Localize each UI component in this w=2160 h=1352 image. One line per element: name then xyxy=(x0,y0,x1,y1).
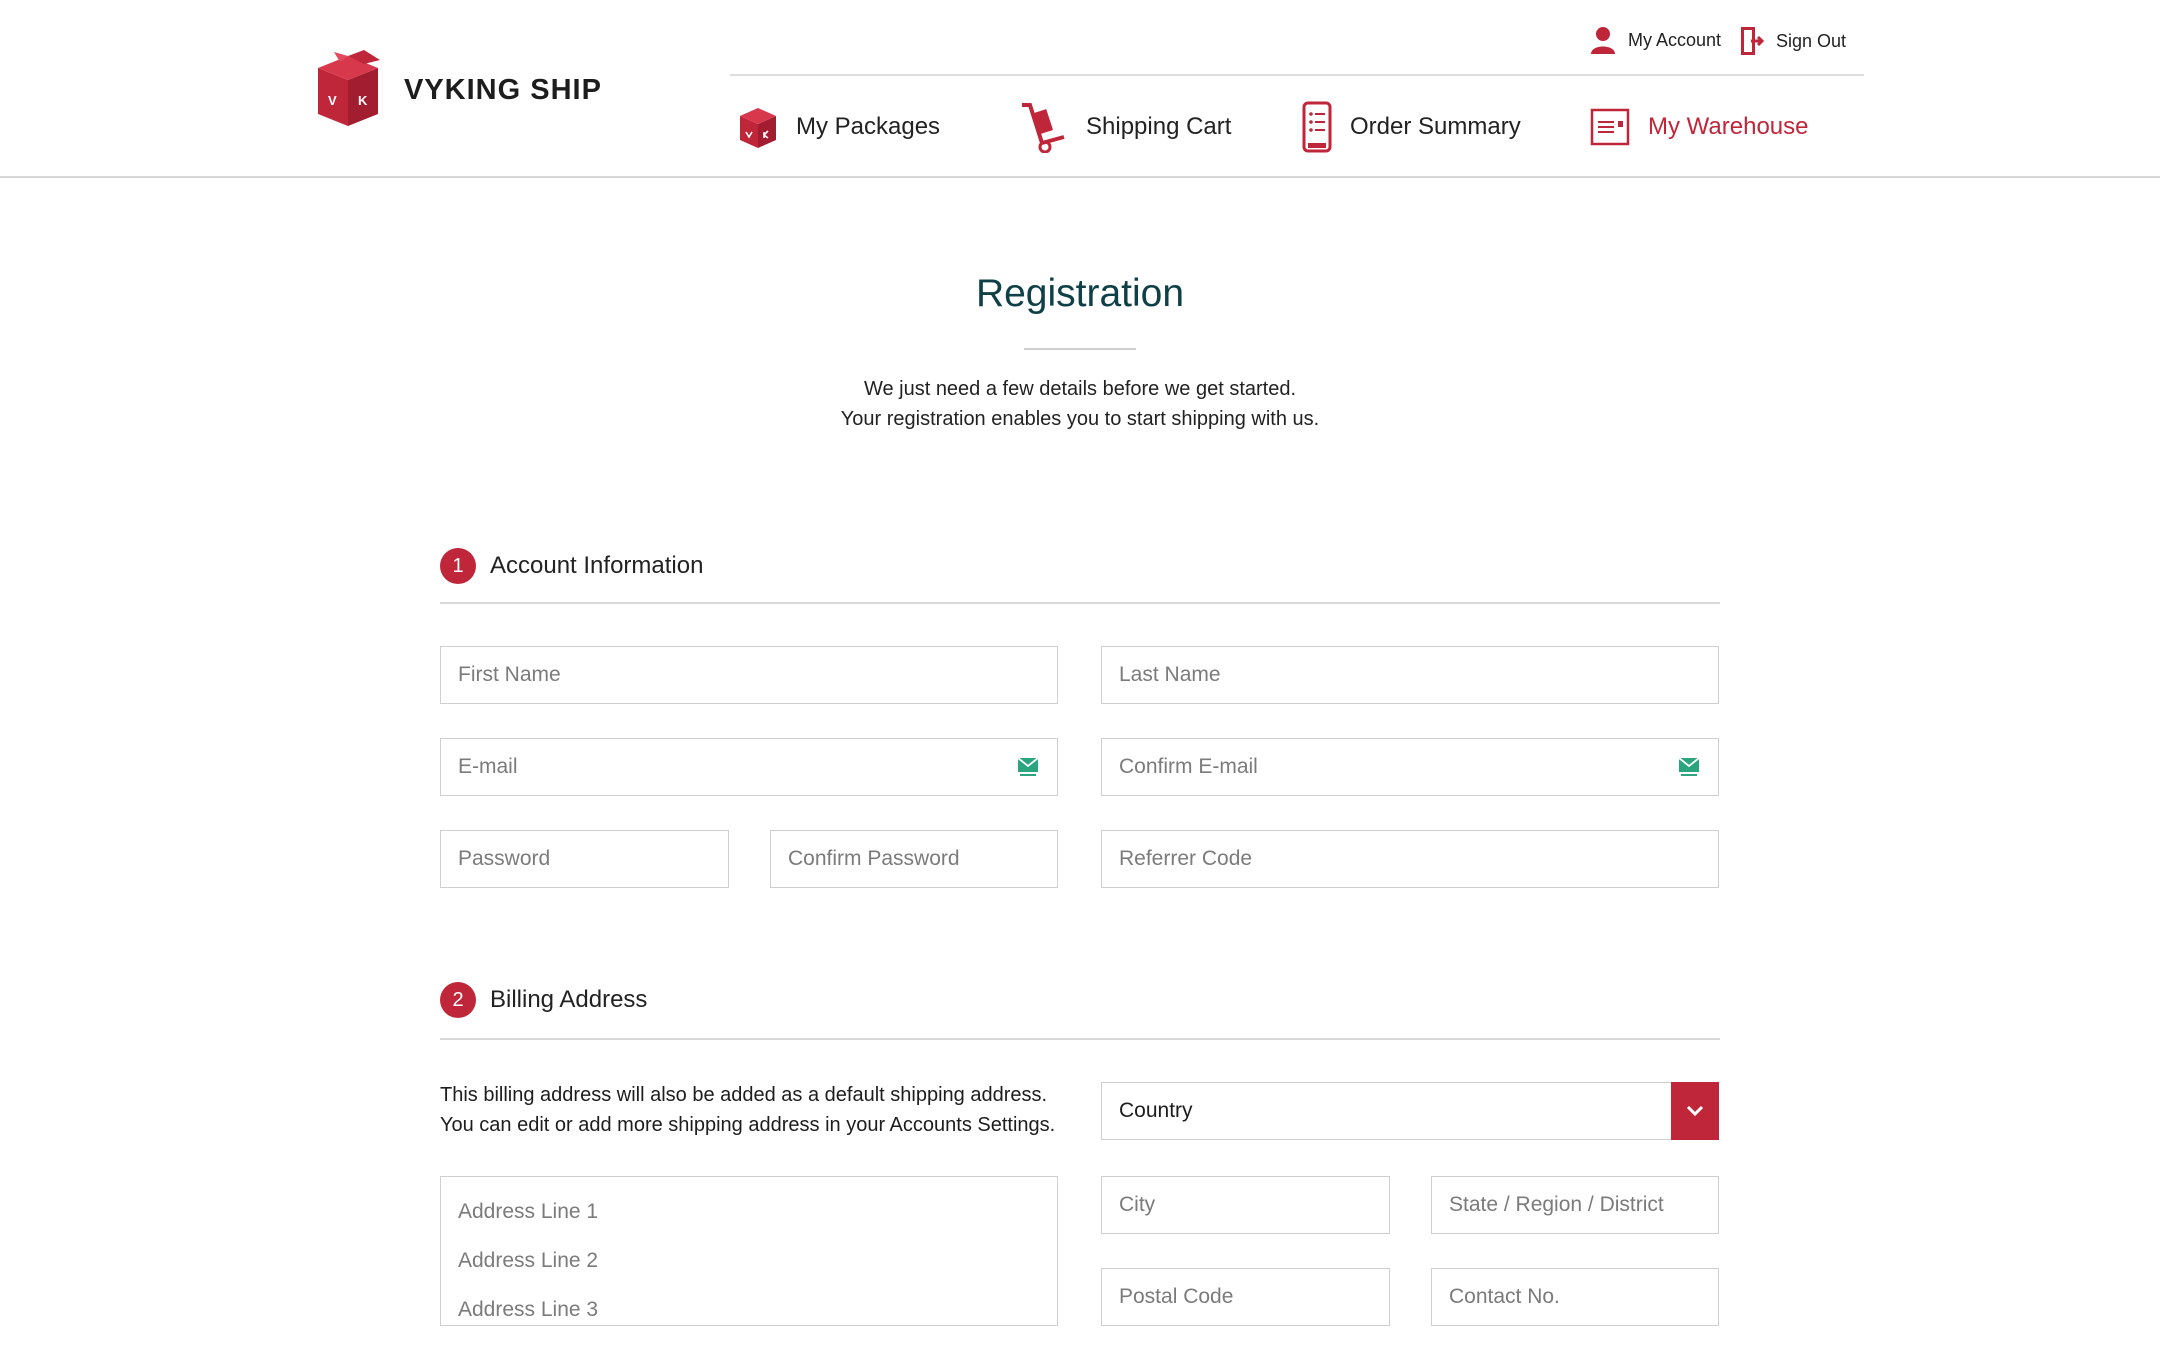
country-select[interactable]: Country xyxy=(1101,1082,1719,1140)
my-account-label: My Account xyxy=(1628,29,1722,50)
confirm-email-input[interactable] xyxy=(1119,739,1718,795)
country-select-value: Country xyxy=(1119,1099,1193,1122)
first-name-input[interactable] xyxy=(458,647,1057,703)
mail-icon xyxy=(1678,757,1700,776)
email-field[interactable] xyxy=(440,738,1058,796)
section-divider xyxy=(440,602,1720,604)
sign-out-icon xyxy=(1741,27,1764,55)
nav-divider xyxy=(730,74,1864,76)
vyking-logo-icon: V K xyxy=(318,50,380,126)
brand-name: VYKING SHIP xyxy=(404,73,602,106)
billing-address-title: Billing Address xyxy=(490,986,648,1013)
brand-logo[interactable]: V K VYKING SHIP xyxy=(318,50,602,130)
address-line-3: Address Line 3 xyxy=(458,1297,599,1321)
state-input[interactable] xyxy=(1449,1177,1718,1233)
intro-text-line-2: Your registration enables you to start s… xyxy=(840,408,1320,430)
intro-text-line-1: We just need a few details before we get… xyxy=(863,378,1297,400)
billing-address-header: 2 Billing Address xyxy=(440,982,647,1018)
city-input[interactable] xyxy=(1119,1177,1389,1233)
password-input[interactable] xyxy=(458,831,728,887)
referrer-code-field[interactable] xyxy=(1101,830,1719,888)
nav-order-summary[interactable]: Order Summary xyxy=(1302,100,1521,154)
postal-code-field[interactable] xyxy=(1101,1268,1390,1326)
page-title: Registration xyxy=(975,272,1185,315)
confirm-password-field[interactable] xyxy=(770,830,1058,888)
account-information-header: 1 Account Information xyxy=(440,548,703,584)
referrer-code-input[interactable] xyxy=(1119,831,1718,887)
nav-shipping-cart-label: Shipping Cart xyxy=(1086,113,1232,140)
contact-number-input[interactable] xyxy=(1449,1269,1718,1325)
user-icon xyxy=(1591,27,1615,54)
nav-shipping-cart[interactable]: Shipping Cart xyxy=(1020,100,1231,154)
title-divider xyxy=(1024,348,1136,350)
billing-note-line-1: This billing address will also be added … xyxy=(440,1084,1048,1106)
last-name-field[interactable] xyxy=(1101,646,1719,704)
contact-number-field[interactable] xyxy=(1431,1268,1719,1326)
city-field[interactable] xyxy=(1101,1176,1390,1234)
logo-letter-v: V xyxy=(328,93,337,108)
email-input[interactable] xyxy=(458,739,1057,795)
hand-truck-icon xyxy=(1022,103,1065,153)
logo-letter-k: K xyxy=(358,93,368,108)
address-line-1: Address Line 1 xyxy=(458,1199,599,1223)
sign-out-label: Sign Out xyxy=(1776,30,1847,51)
section-divider xyxy=(440,1038,1720,1040)
warehouse-card-icon xyxy=(1590,108,1630,146)
package-icon xyxy=(740,108,776,148)
chevron-down-icon xyxy=(1686,1105,1704,1117)
sign-out-link[interactable]: Sign Out xyxy=(1740,26,1846,56)
last-name-input[interactable] xyxy=(1119,647,1718,703)
nav-my-packages[interactable]: My Packages xyxy=(738,100,940,154)
country-dropdown-button[interactable] xyxy=(1671,1082,1719,1140)
step-badge-1: 1 xyxy=(440,548,476,584)
confirm-password-input[interactable] xyxy=(788,831,1057,887)
postal-code-input[interactable] xyxy=(1119,1269,1389,1325)
address-textarea[interactable]: Address Line 1 Address Line 2 Address Li… xyxy=(440,1176,1058,1326)
nav-my-packages-label: My Packages xyxy=(796,113,941,140)
first-name-field[interactable] xyxy=(440,646,1058,704)
confirm-email-field[interactable] xyxy=(1101,738,1719,796)
nav-my-warehouse-label: My Warehouse xyxy=(1648,113,1809,140)
password-field[interactable] xyxy=(440,830,729,888)
billing-note-line-2: You can edit or add more shipping addres… xyxy=(440,1114,1056,1136)
nav-my-warehouse[interactable]: My Warehouse xyxy=(1590,100,1809,154)
step-badge-2: 2 xyxy=(440,982,476,1018)
address-line-2: Address Line 2 xyxy=(458,1248,599,1272)
account-information-title: Account Information xyxy=(490,552,704,579)
mail-icon xyxy=(1017,757,1039,776)
my-account-link[interactable]: My Account xyxy=(1590,26,1721,54)
site-header: V K VYKING SHIP My Account Sign Out My P… xyxy=(0,0,2160,178)
nav-order-summary-label: Order Summary xyxy=(1350,113,1521,140)
order-list-icon xyxy=(1302,101,1332,153)
state-field[interactable] xyxy=(1431,1176,1719,1234)
